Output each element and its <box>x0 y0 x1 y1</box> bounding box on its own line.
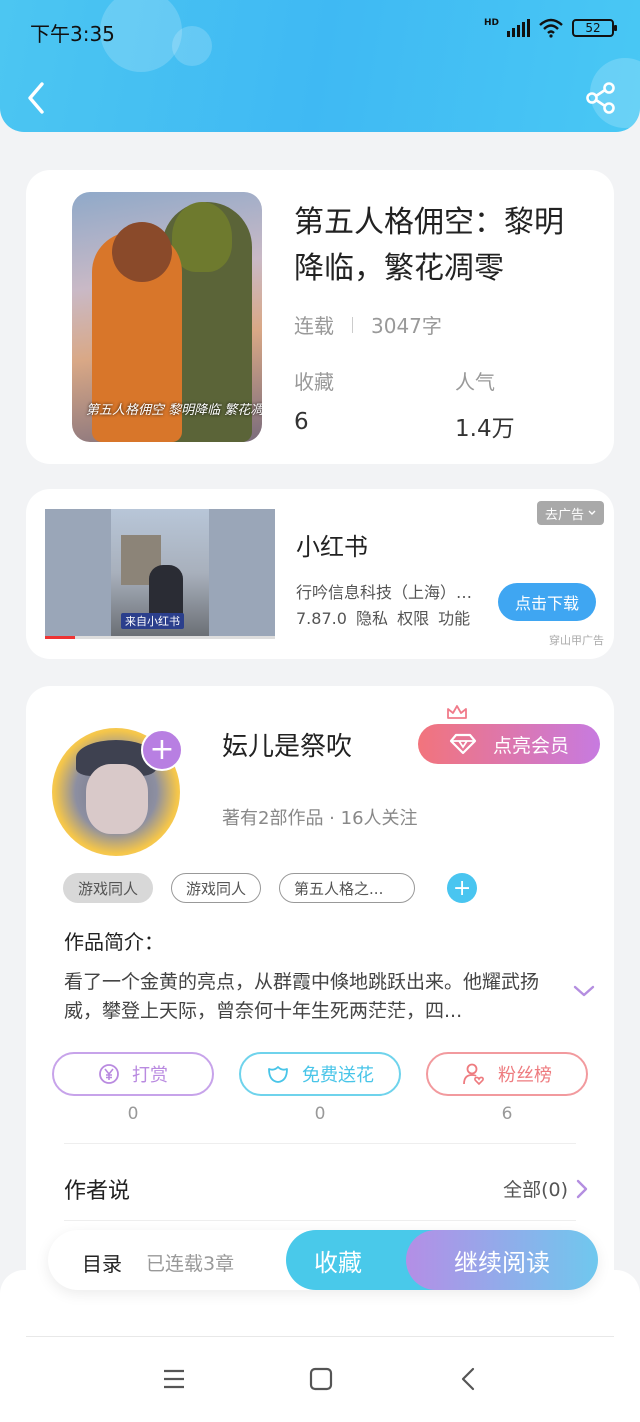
favorite-label: 收藏 <box>314 1248 362 1277</box>
follow-plus-icon[interactable]: + <box>141 729 183 771</box>
add-tag-icon[interactable]: + <box>447 873 478 903</box>
divider <box>64 1143 576 1144</box>
coin-icon <box>99 1064 119 1084</box>
back-icon[interactable] <box>455 1365 483 1393</box>
divider <box>64 1220 576 1221</box>
menu-icon[interactable] <box>160 1365 188 1393</box>
chevron-down-icon <box>588 510 596 515</box>
cover-text: 第五人格佣空 黎明降临 繁花凋零 <box>86 403 262 418</box>
ad-app-name: 小红书 <box>296 533 368 561</box>
reward-action: 打赏 0 <box>52 1052 214 1124</box>
book-info-card: 第五人格佣空 黎明降临 繁花凋零 第五人格佣空：黎明降临，繁花凋零 连载 304… <box>26 170 614 464</box>
status-bar-right: HD 52 <box>483 18 617 38</box>
network-type: HD <box>483 18 499 28</box>
fans-action: 粉丝榜 6 <box>426 1052 588 1124</box>
favorites-stat: 收藏 6 <box>294 366 334 435</box>
popularity-label: 人气 <box>455 370 495 394</box>
ad-company: 行吟信息科技（上海）有限公司 <box>296 583 486 602</box>
ad-download-button[interactable]: 点击下载 <box>498 583 596 621</box>
send-flower-label: 免费送花 <box>302 1065 374 1086</box>
word-count: 3047字 <box>371 314 442 338</box>
home-icon[interactable] <box>307 1365 335 1393</box>
ad-card[interactable]: 来自小红书 小红书 行吟信息科技（上海）有限公司 7.87.0 隐私 权限 功能… <box>26 489 614 659</box>
tag-list: 游戏同人 游戏同人 第五人格之... + <box>63 873 478 903</box>
ad-video-tag: 来自小红书 <box>121 613 184 629</box>
fans-rank-label: 粉丝榜 <box>498 1065 552 1086</box>
flower-action: 免费送花 0 <box>239 1052 401 1124</box>
cover-figure <box>172 202 232 272</box>
popularity-stat: 人气 1.4万 <box>455 366 515 443</box>
author-says-all-link[interactable]: 全部(0) <box>503 1175 588 1202</box>
all-label: 全部(0) <box>503 1179 568 1201</box>
share-icon[interactable] <box>584 82 618 114</box>
book-status: 连载 <box>294 314 334 338</box>
diamond-icon <box>449 733 477 755</box>
crown-icon <box>447 705 467 719</box>
cover-figure <box>112 222 172 282</box>
divider <box>352 316 353 333</box>
ad-source: 穿山甲广告 <box>549 634 604 647</box>
tag-chip[interactable]: 游戏同人 <box>171 873 262 903</box>
ad-video-progress <box>45 636 275 639</box>
battery-icon: 52 <box>572 19 617 37</box>
action-row: 打赏 0 免费送花 0 粉丝榜 6 <box>52 1052 588 1124</box>
remove-ad-label: 去广告 <box>544 507 584 523</box>
reward-button[interactable]: 打赏 <box>52 1052 214 1096</box>
status-time: 下午3:35 <box>30 22 115 46</box>
decor-bubble <box>172 26 212 66</box>
author-card: + 妘儿是祭吹 点亮会员 著有2部作品 · 16人关注 游戏同人 游戏同人 第五… <box>26 686 614 1306</box>
remove-ad-button[interactable]: 去广告 <box>536 501 604 525</box>
chapter-count: 已连载3章 <box>146 1253 235 1275</box>
book-cover[interactable]: 第五人格佣空 黎明降临 繁花凋零 <box>72 192 262 442</box>
signal-icon <box>507 19 530 37</box>
reward-label: 打赏 <box>132 1065 168 1086</box>
book-status-row: 连载 3047字 <box>294 310 442 339</box>
author-name: 妘儿是祭吹 <box>222 732 353 762</box>
bottom-sheet <box>0 1270 640 1422</box>
vip-label: 点亮会员 <box>492 734 569 757</box>
toc-button[interactable]: 目录 <box>82 1248 122 1277</box>
favorites-label: 收藏 <box>294 370 334 394</box>
top-header: 下午3:35 HD 52 <box>0 0 640 132</box>
popularity-value: 1.4万 <box>455 416 515 442</box>
chevron-down-icon[interactable] <box>572 982 596 1000</box>
tag-chip[interactable]: 游戏同人 <box>63 873 154 903</box>
author-summary: 著有2部作品 · 16人关注 <box>222 808 418 829</box>
chevron-right-icon <box>576 1179 588 1198</box>
avatar-face <box>86 764 148 834</box>
chevron-left-icon[interactable] <box>22 80 50 116</box>
vip-button[interactable]: 点亮会员 <box>418 724 600 764</box>
read-bar: 目录 已连载3章 收藏 继续阅读 <box>48 1230 598 1290</box>
user-heart-icon <box>463 1063 484 1086</box>
flower-icon <box>268 1066 288 1083</box>
flower-count: 0 <box>314 1104 326 1124</box>
intro-text: 看了一个金黄的亮点，从群霞中倏地跳跃出来。他耀武扬威，攀登上天际，曾奈何十年生死… <box>64 971 540 1022</box>
ad-video[interactable]: 来自小红书 <box>45 509 275 639</box>
fans-rank-button[interactable]: 粉丝榜 <box>426 1052 588 1096</box>
tag-chip[interactable]: 第五人格之... <box>279 873 416 903</box>
book-title: 第五人格佣空：黎明降临，繁花凋零 <box>294 205 564 286</box>
reward-count: 0 <box>127 1104 139 1124</box>
intro-label: 作品简介： <box>64 930 164 954</box>
favorites-value: 6 <box>294 409 309 435</box>
author-says-title: 作者说 <box>64 1179 131 1204</box>
battery-level: 52 <box>585 21 601 35</box>
nav-divider <box>26 1336 614 1337</box>
wifi-icon <box>539 18 563 38</box>
continue-reading-button[interactable]: 继续阅读 <box>406 1230 598 1290</box>
fans-count: 6 <box>501 1104 513 1124</box>
send-flower-button[interactable]: 免费送花 <box>239 1052 401 1096</box>
ad-meta[interactable]: 7.87.0 隐私 权限 功能 <box>296 605 470 629</box>
